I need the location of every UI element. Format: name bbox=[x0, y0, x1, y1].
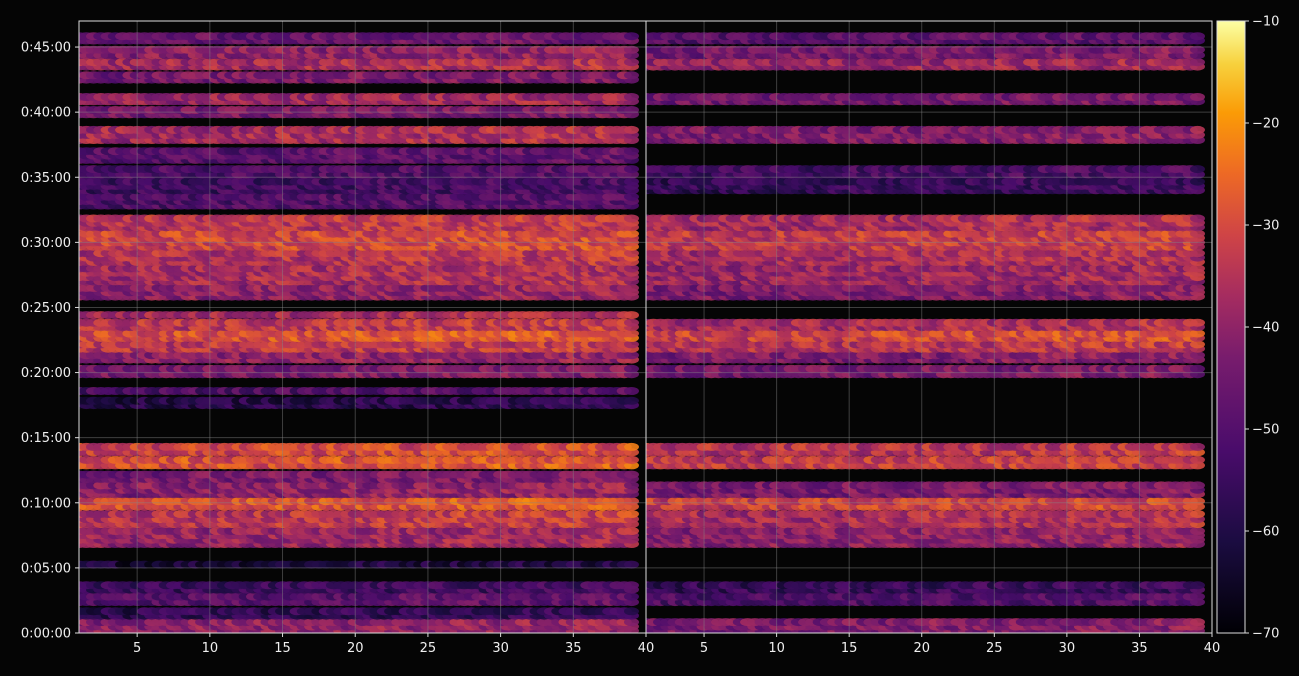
heat-cell bbox=[624, 455, 639, 464]
heat-cell bbox=[624, 527, 639, 535]
left-panel: 5 10 15 20 25 30 35 40 0:00:000:05:000:10:000:1… bbox=[21, 20, 654, 656]
heat-cell bbox=[624, 318, 639, 327]
heat-cell bbox=[624, 311, 639, 320]
heat-cell bbox=[624, 364, 639, 373]
heatmap-chart: 5 10 15 20 25 30 35 40 0:00:000:05:000:10:000:1… bbox=[21, 15, 1280, 657]
heat-cell bbox=[624, 592, 639, 601]
heat-cell bbox=[624, 387, 639, 395]
heat-cell bbox=[624, 470, 639, 479]
heatmap-figure: 5 10 15 20 25 30 35 40 0:00:00 0:05:00 0:10:00 0:1… bbox=[0, 0, 1299, 672]
heat-cell bbox=[624, 442, 639, 451]
heat-cell bbox=[624, 497, 639, 506]
heat-cell bbox=[624, 581, 639, 590]
heat-cell bbox=[624, 510, 639, 518]
heat-cell bbox=[624, 607, 639, 616]
heat-cell bbox=[624, 214, 639, 223]
heat-cell bbox=[624, 396, 639, 405]
